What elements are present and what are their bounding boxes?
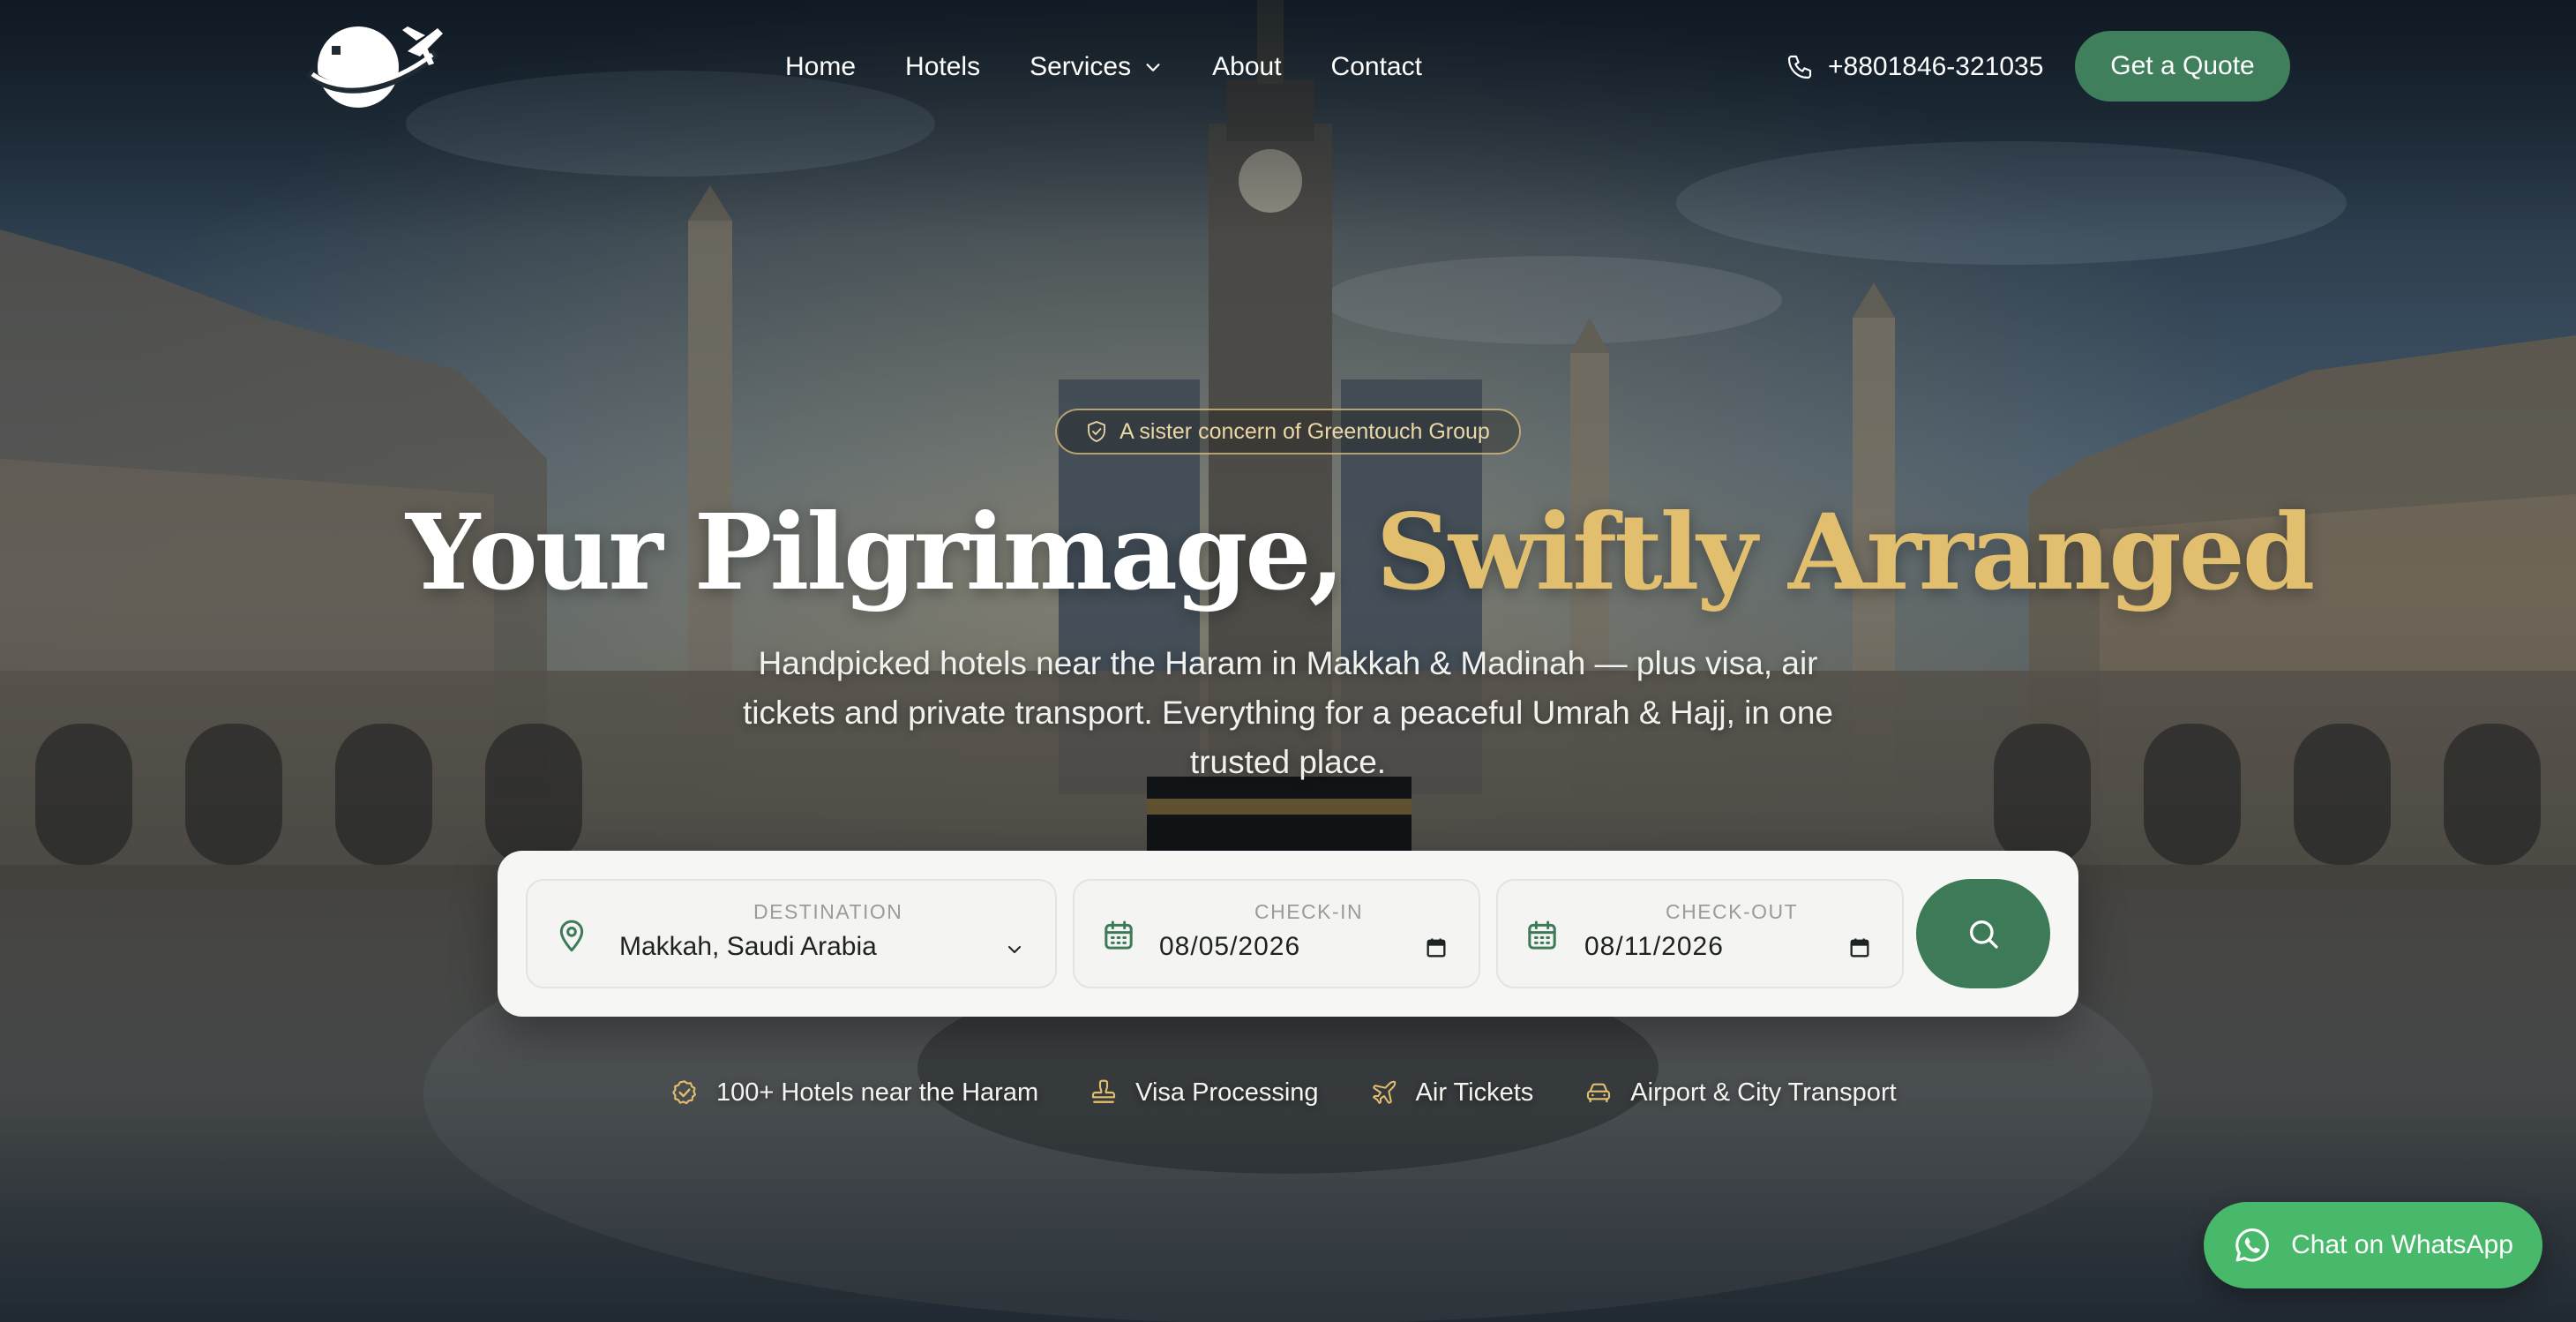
phone-link[interactable]: +8801846-321035 — [1786, 46, 2043, 88]
calendar-icon — [1528, 920, 1556, 950]
destination-label: DESTINATION — [753, 900, 903, 923]
feature-item-air-tickets: Air Tickets — [1370, 1078, 1534, 1108]
main-nav: Home Hotels Services About Contact — [785, 46, 1422, 88]
destination-value: Makkah, Saudi Arabia — [619, 932, 877, 961]
hotel-search-form: DESTINATION Makkah, Saudi Arabia CHECK-I… — [498, 851, 2078, 1017]
phone-number: +8801846-321035 — [1828, 52, 2044, 81]
nav-hotels-label: Hotels — [905, 52, 981, 81]
nav-contact-link[interactable]: Contact — [1331, 52, 1422, 82]
calendar-picker-icon[interactable] — [1424, 935, 1449, 960]
feature-label: 100+ Hotels near the Haram — [716, 1078, 1039, 1107]
get-a-quote-button[interactable]: Get a Quote — [2075, 31, 2290, 101]
check-in-value: 08/05/2026 — [1159, 932, 1301, 961]
nav-contact-label: Contact — [1330, 52, 1422, 81]
feature-item-hotels: 100+ Hotels near the Haram — [670, 1078, 1038, 1108]
feature-label: Airport & City Transport — [1630, 1078, 1897, 1107]
phone-icon — [1787, 55, 1812, 79]
feature-item-visa: Visa Processing — [1090, 1078, 1319, 1108]
hero-subtext: Handpicked hotels near the Haram in Makk… — [743, 645, 1833, 780]
shield-check-icon — [1088, 421, 1106, 442]
globe-with-airplane-logo[interactable] — [303, 21, 445, 113]
headline-accent: Swiftly Arranged — [1375, 491, 2316, 613]
get-a-quote-label: Get a Quote — [2110, 51, 2255, 80]
check-out-date-input[interactable]: CHECK-OUT 08/11/2026 — [1496, 879, 1904, 988]
nav-services-label: Services — [1030, 52, 1132, 81]
feature-item-transport: Airport & City Transport — [1584, 1078, 1897, 1108]
stamp-icon — [1092, 1079, 1116, 1103]
check-in-label: CHECK-IN — [1254, 900, 1364, 923]
check-in-date-input[interactable]: CHECK-IN 08/05/2026 — [1073, 879, 1480, 988]
search-button[interactable] — [1916, 879, 2050, 988]
sister-concern-badge: A sister concern of Greentouch Group — [1055, 409, 1521, 454]
nav-services-dropdown[interactable]: Services — [1030, 52, 1163, 82]
check-out-value: 08/11/2026 — [1584, 932, 1724, 961]
chevron-down-icon — [1146, 64, 1160, 71]
chevron-down-icon — [1008, 946, 1021, 953]
calendar-picker-icon[interactable] — [1847, 935, 1872, 960]
headline-main: Your Pilgrimage, — [406, 491, 1376, 613]
calendar-icon — [1105, 920, 1133, 950]
check-circle-icon — [672, 1080, 697, 1105]
hero-headline: Your Pilgrimage, Swiftly Arranged — [406, 491, 2315, 614]
nav-about-link[interactable]: About — [1212, 52, 1281, 82]
feature-label: Air Tickets — [1415, 1078, 1534, 1107]
whatsapp-icon — [2235, 1228, 2269, 1262]
nav-hotels-link[interactable]: Hotels — [905, 52, 980, 82]
whatsapp-chat-button[interactable]: Chat on WhatsApp — [2204, 1202, 2542, 1288]
nav-home-label: Home — [785, 52, 857, 81]
nav-home-link[interactable]: Home — [785, 52, 856, 82]
map-pin-icon — [559, 920, 584, 952]
check-out-label: CHECK-OUT — [1666, 900, 1799, 923]
site-header: Home Hotels Services About Contact +8801… — [0, 0, 2576, 134]
badge-text: A sister concern of Greentouch Group — [1120, 418, 1490, 444]
destination-select[interactable]: DESTINATION Makkah, Saudi Arabia — [526, 879, 1057, 988]
nav-about-label: About — [1212, 52, 1282, 81]
plane-icon — [1372, 1080, 1396, 1104]
feature-highlights: 100+ Hotels near the Haram Visa Processi… — [670, 1073, 1897, 1112]
whatsapp-label: Chat on WhatsApp — [2291, 1230, 2513, 1259]
feature-label: Visa Processing — [1135, 1078, 1319, 1107]
search-icon — [1970, 920, 1998, 949]
car-icon — [1587, 1083, 1611, 1103]
